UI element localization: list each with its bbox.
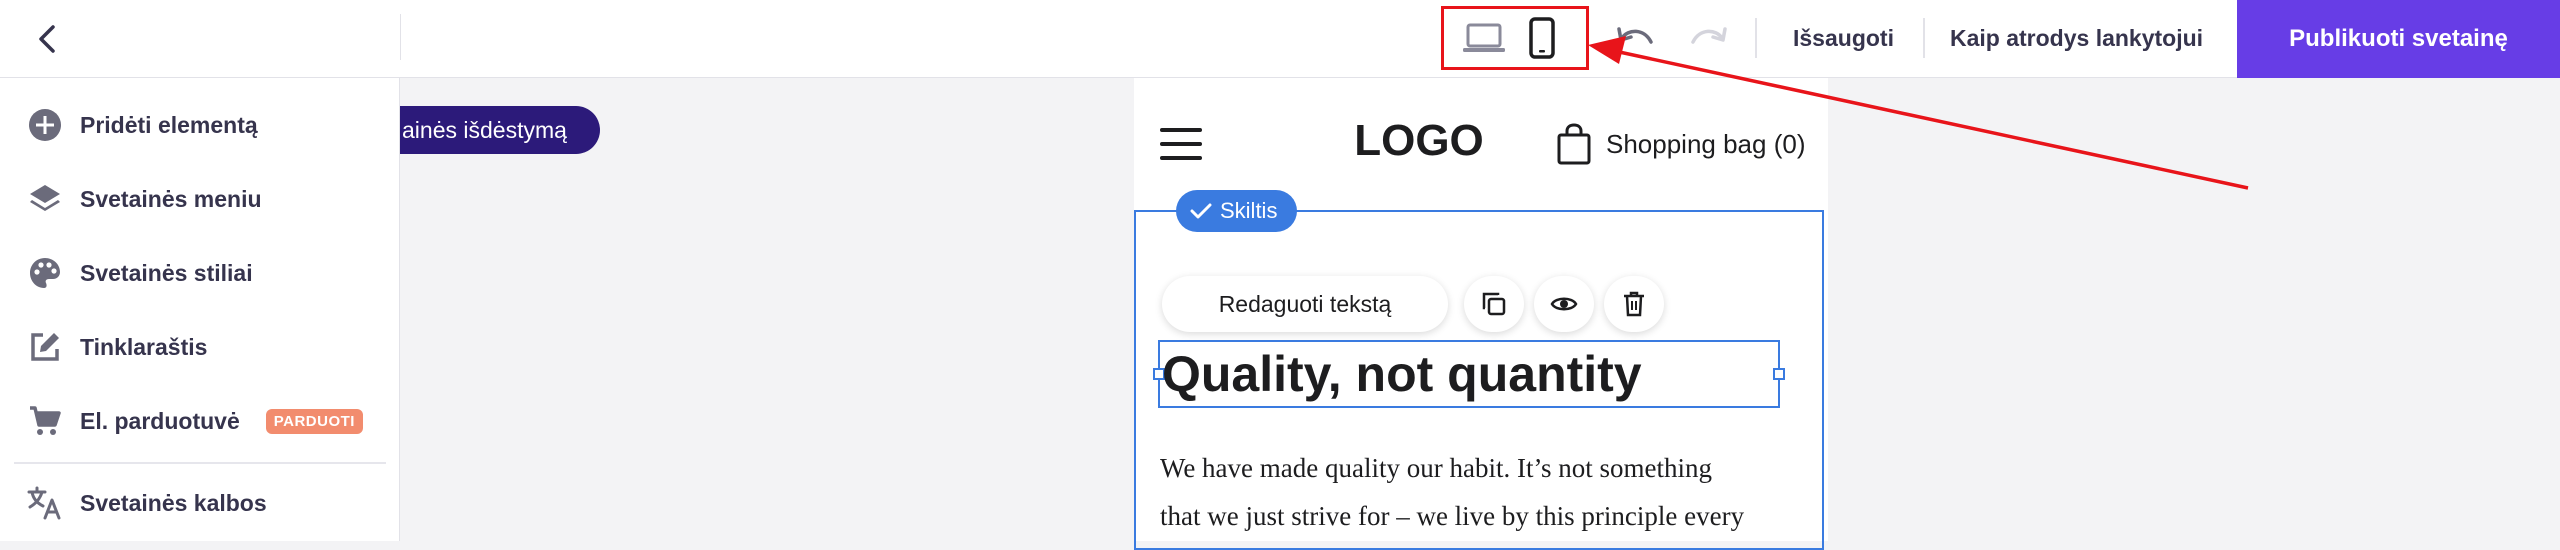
sidebar-item-eshop[interactable]: El. parduotuvė PARDUOTI <box>26 397 363 445</box>
cart-icon <box>26 402 64 440</box>
save-button[interactable]: Išsaugoti <box>1793 20 1894 56</box>
trash-icon <box>1624 291 1644 317</box>
copy-icon <box>1482 292 1506 316</box>
layers-icon <box>26 180 64 218</box>
edit-text-button[interactable]: Redaguoti tekstą <box>1162 276 1448 332</box>
sidebar-item-site-languages[interactable]: Svetainės kalbos <box>26 479 267 527</box>
sidebar-item-label: Svetainės kalbos <box>80 489 267 516</box>
section-body-text[interactable]: We have made quality our habit. It’s not… <box>1160 444 1800 540</box>
chevron-left-icon <box>39 25 55 53</box>
shopping-bag-button[interactable]: Shopping bag (0) <box>1556 120 1805 168</box>
sidebar-item-site-styles[interactable]: Svetainės stiliai <box>26 249 253 297</box>
eye-icon <box>1550 297 1578 311</box>
sidebar-item-label: Tinklaraštis <box>80 333 208 360</box>
sidebar-item-label: Pridėti elementą <box>80 111 258 138</box>
undo-icon <box>1617 27 1653 44</box>
shopping-bag-label: Shopping bag (0) <box>1606 128 1806 159</box>
sidebar-item-site-menu[interactable]: Svetainės meniu <box>26 175 262 223</box>
delete-button[interactable] <box>1604 276 1664 332</box>
duplicate-button[interactable] <box>1464 276 1524 332</box>
visibility-button[interactable] <box>1534 276 1594 332</box>
body-text-line: We have made quality our habit. It’s not… <box>1160 453 1712 483</box>
sidebar-item-label: El. parduotuvė <box>80 407 240 434</box>
sidebar-item-label: Svetainės meniu <box>80 185 262 212</box>
preview-button[interactable]: Kaip atrodys lankytojui <box>1950 20 2203 56</box>
palette-icon <box>26 254 64 292</box>
divider <box>400 14 401 60</box>
check-icon <box>1190 203 1212 219</box>
sidebar-item-add-element[interactable]: Pridėti elementą <box>26 101 258 149</box>
annotation-highlight-box <box>1441 6 1589 70</box>
redo-icon <box>1691 27 1727 44</box>
body-text-line: that we just strive for – we live by thi… <box>1160 501 1745 531</box>
divider <box>1755 18 1757 58</box>
mobile-preview: LOGO Shopping bag (0) Skiltis Redaguoti … <box>1134 78 1828 550</box>
section-badge[interactable]: Skiltis <box>1176 190 1298 232</box>
divider <box>14 462 386 464</box>
site-logo[interactable]: LOGO <box>1304 116 1534 166</box>
sidebar-item-label: Svetainės stiliai <box>80 259 253 286</box>
back-button[interactable] <box>28 20 66 58</box>
undo-button[interactable] <box>1614 18 1658 58</box>
section-heading[interactable]: Quality, not quantity <box>1162 340 1782 408</box>
edit-icon <box>26 328 64 366</box>
sale-badge: PARDUOTI <box>265 408 363 434</box>
sidebar-item-blog[interactable]: Tinklaraštis <box>26 323 207 371</box>
translate-icon <box>26 484 64 522</box>
shopping-bag-icon <box>1557 123 1591 165</box>
divider <box>1923 18 1925 58</box>
layout-button[interactable]: ainės išdėstymą <box>400 106 600 154</box>
sidebar: Pridėti elementą Svetainės meniu Svetain… <box>0 78 400 541</box>
redo-button[interactable] <box>1686 18 1730 58</box>
top-bar: Išsaugoti Kaip atrodys lankytojui Publik… <box>0 0 2560 78</box>
publish-button[interactable]: Publikuoti svetainę <box>2237 0 2560 78</box>
plus-circle-icon <box>26 106 64 144</box>
hamburger-menu-icon[interactable] <box>1160 128 1202 160</box>
section-badge-label: Skiltis <box>1220 198 1278 223</box>
